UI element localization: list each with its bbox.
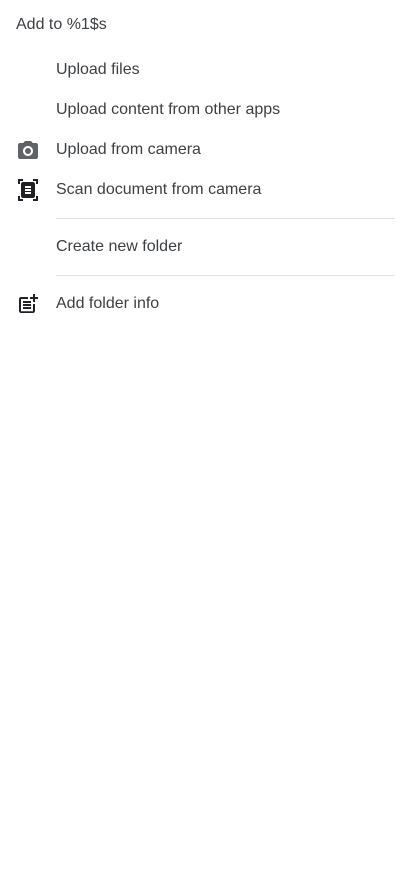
create-new-folder-item[interactable]: Create new folder: [0, 227, 411, 267]
document-scanner-icon: [16, 178, 40, 202]
menu-divider: [56, 218, 395, 219]
add-folder-info-label: Add folder info: [56, 295, 160, 312]
add-to-bottom-sheet: Add to %1$s Upload files Upload content …: [0, 0, 411, 891]
scan-document-label: Scan document from camera: [56, 181, 262, 198]
add-folder-info-item[interactable]: Add folder info: [0, 284, 411, 324]
upload-files-label: Upload files: [56, 61, 140, 78]
camera-icon: [16, 138, 40, 162]
menu-divider: [56, 275, 395, 276]
upload-content-label: Upload content from other apps: [56, 101, 281, 118]
sheet-title: Add to %1$s: [16, 16, 107, 33]
upload-files-item[interactable]: Upload files: [0, 50, 411, 90]
post-add-icon: [16, 292, 40, 316]
scan-document-item[interactable]: Scan document from camera: [0, 170, 411, 210]
upload-from-camera-item[interactable]: Upload from camera: [0, 130, 411, 170]
create-new-folder-label: Create new folder: [56, 238, 183, 255]
add-menu: Upload files Upload content from other a…: [0, 50, 411, 324]
upload-content-item[interactable]: Upload content from other apps: [0, 90, 411, 130]
upload-from-camera-label: Upload from camera: [56, 141, 201, 158]
